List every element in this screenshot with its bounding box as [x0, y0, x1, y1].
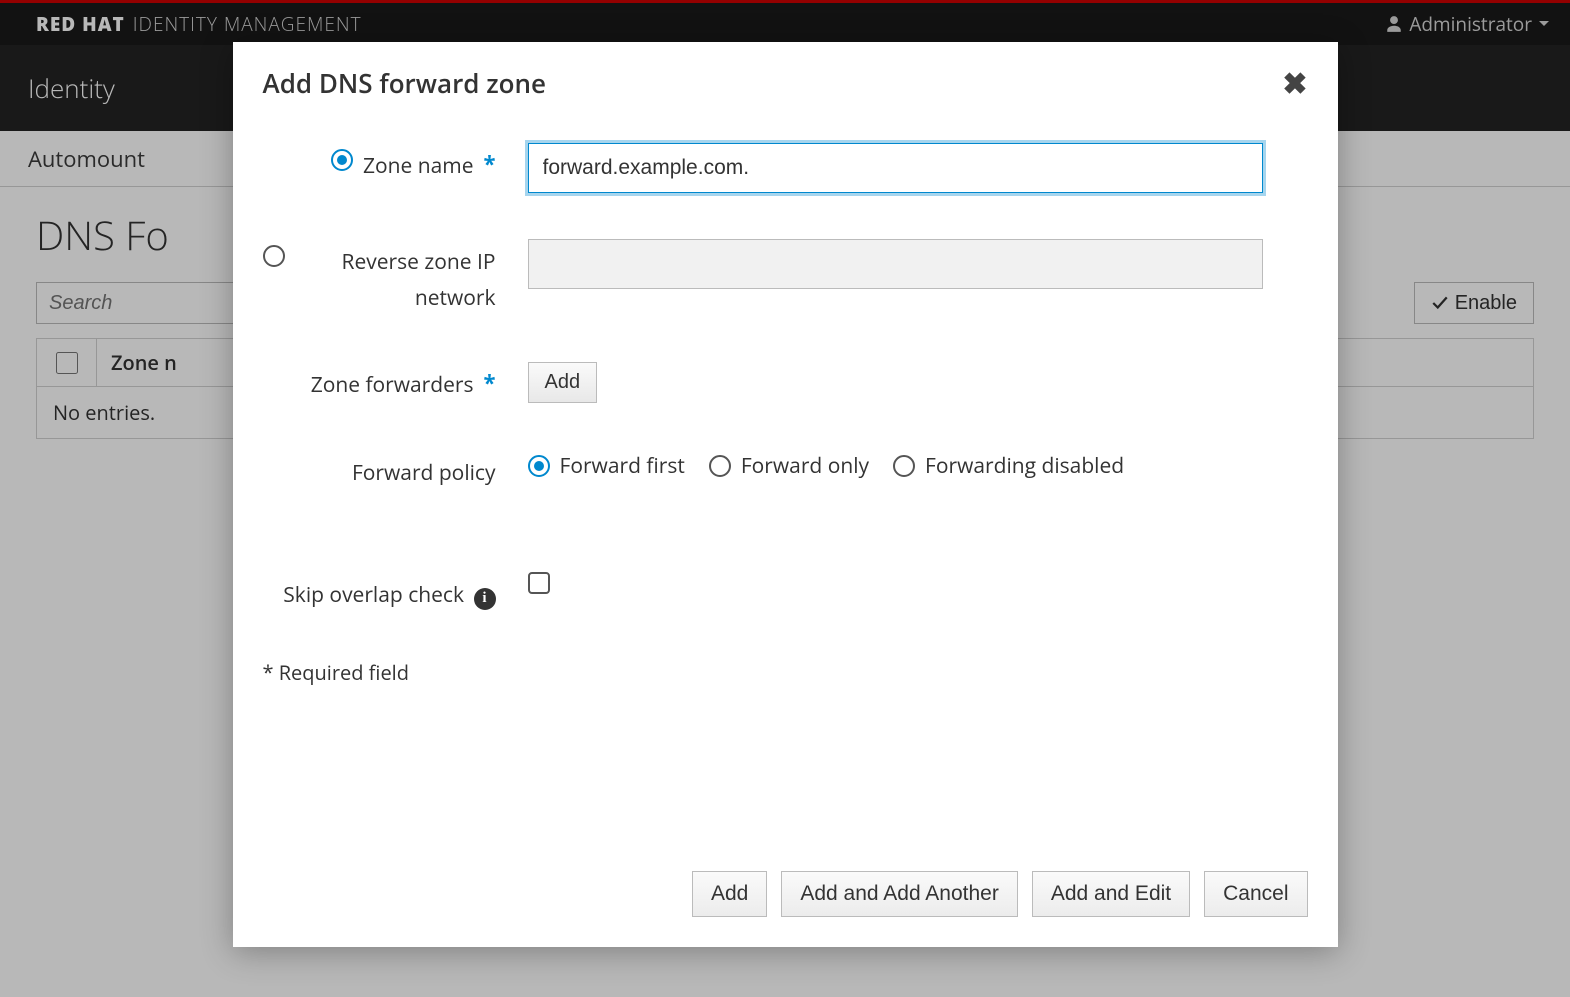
- add-button[interactable]: Add: [692, 871, 767, 917]
- cancel-button[interactable]: Cancel: [1204, 871, 1307, 917]
- modal-overlay: Add DNS forward zone ✖ Zone name *: [0, 0, 1570, 997]
- zone-name-label: Zone name: [363, 149, 474, 185]
- radio-icon: [709, 455, 731, 477]
- add-and-edit-button[interactable]: Add and Edit: [1032, 871, 1190, 917]
- policy-only-label: Forward only: [741, 452, 869, 480]
- add-dns-forward-zone-modal: Add DNS forward zone ✖ Zone name *: [233, 42, 1338, 947]
- required-star: *: [484, 149, 496, 179]
- policy-disabled-label: Forwarding disabled: [925, 452, 1124, 480]
- close-icon[interactable]: ✖: [1282, 62, 1307, 103]
- modal-body: Zone name * Reverse zone IP network: [233, 123, 1338, 851]
- add-forwarder-button[interactable]: Add: [528, 362, 598, 403]
- policy-forward-first[interactable]: Forward first: [528, 452, 685, 480]
- info-icon[interactable]: i: [474, 588, 496, 610]
- policy-first-label: Forward first: [560, 452, 685, 480]
- zone-name-input[interactable]: [528, 143, 1263, 193]
- zone-name-radio[interactable]: [331, 149, 353, 171]
- required-field-note: * Required field: [263, 659, 1308, 686]
- reverse-zone-input: [528, 239, 1263, 289]
- skip-overlap-checkbox[interactable]: [528, 572, 550, 594]
- zone-forwarders-label: Zone forwarders: [311, 368, 474, 404]
- policy-forward-only[interactable]: Forward only: [709, 452, 869, 480]
- skip-overlap-label: Skip overlap check i: [283, 578, 495, 614]
- radio-icon: [528, 455, 550, 477]
- radio-icon: [893, 455, 915, 477]
- forward-policy-group: Forward first Forward only Forwarding di…: [528, 450, 1308, 480]
- reverse-zone-label: Reverse zone IP network: [295, 245, 496, 316]
- forward-policy-label: Forward policy: [352, 456, 496, 492]
- policy-forwarding-disabled[interactable]: Forwarding disabled: [893, 452, 1124, 480]
- modal-header: Add DNS forward zone ✖: [233, 42, 1338, 123]
- modal-title: Add DNS forward zone: [263, 65, 547, 101]
- reverse-zone-radio[interactable]: [263, 245, 285, 267]
- modal-footer: Add Add and Add Another Add and Edit Can…: [233, 851, 1338, 947]
- required-star: *: [484, 368, 496, 398]
- add-and-add-another-button[interactable]: Add and Add Another: [781, 871, 1018, 917]
